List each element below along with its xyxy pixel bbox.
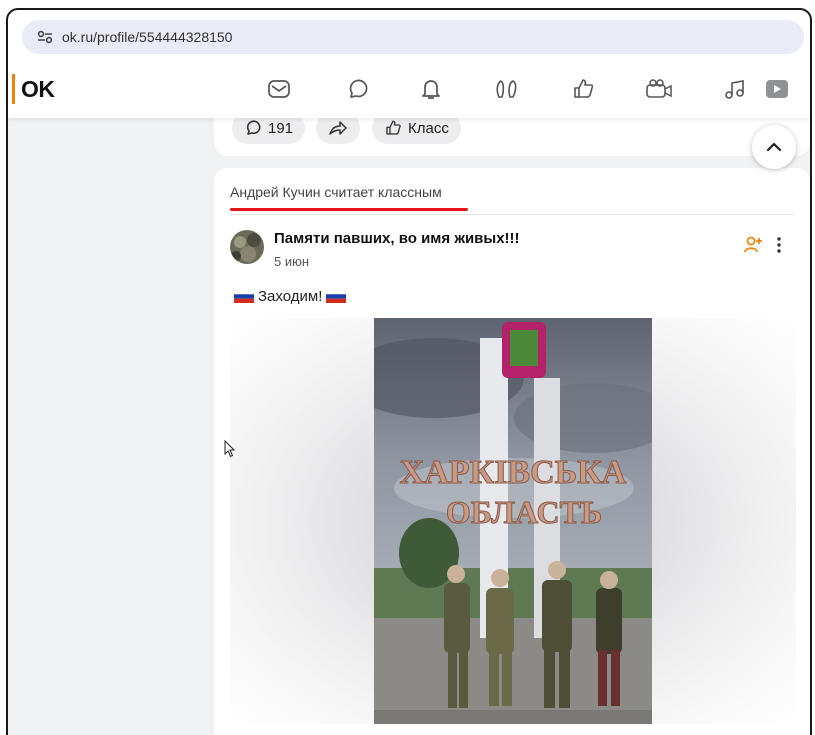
chat-icon[interactable] — [342, 75, 372, 103]
mail-icon[interactable] — [264, 75, 294, 103]
like-icon[interactable] — [568, 75, 598, 103]
post-card: Андрей Кучин считает классным Памяти пав… — [214, 168, 810, 735]
liked-by-underline — [230, 208, 468, 211]
bell-icon[interactable] — [416, 75, 446, 103]
post-video[interactable]: ХАРКІВСЬКА ОБЛАСТЬ — [230, 318, 796, 724]
post-text-content: Заходим! — [258, 288, 323, 305]
left-sidebar — [8, 118, 212, 735]
guests-icon[interactable] — [492, 75, 522, 103]
russian-flag-icon — [234, 290, 254, 303]
more-options-icon[interactable] — [770, 234, 788, 256]
browser-window: ok.ru/profile/554444328150 OK 191 Класс … — [6, 8, 812, 735]
group-name-link[interactable]: Памяти павших, во имя живых!!! — [274, 230, 520, 247]
site-settings-icon[interactable] — [30, 22, 60, 52]
join-group-icon[interactable] — [742, 234, 764, 256]
video-chat-icon[interactable] — [644, 75, 674, 103]
thumbs-up-icon — [386, 120, 401, 135]
sign-text-line2: ОБЛАСТЬ — [446, 494, 602, 530]
share-icon — [329, 121, 347, 135]
post-date[interactable]: 5 июн — [274, 254, 309, 269]
comments-count: 191 — [268, 119, 294, 137]
top-navigation: OK — [8, 60, 810, 118]
url-text[interactable]: ok.ru/profile/554444328150 — [62, 29, 232, 45]
music-icon[interactable] — [720, 75, 750, 103]
address-bar[interactable]: ok.ru/profile/554444328150 — [22, 20, 804, 54]
scroll-to-top-button[interactable] — [752, 125, 796, 169]
video-icon[interactable] — [762, 75, 792, 103]
chevron-up-icon — [766, 142, 782, 152]
liked-by-label[interactable]: Андрей Кучин считает классным — [230, 184, 442, 200]
post-text: Заходим! — [230, 288, 350, 305]
russian-flag-icon — [326, 290, 347, 303]
comment-icon — [246, 120, 261, 135]
ok-logo[interactable]: OK — [12, 74, 55, 104]
mouse-cursor-icon — [224, 440, 236, 458]
group-avatar[interactable] — [230, 230, 264, 264]
divider — [230, 214, 794, 215]
class-label: Класс — [408, 119, 449, 137]
video-frame[interactable]: ХАРКІВСЬКА ОБЛАСТЬ — [374, 318, 652, 724]
sign-text-line1: ХАРКІВСЬКА — [400, 454, 627, 491]
